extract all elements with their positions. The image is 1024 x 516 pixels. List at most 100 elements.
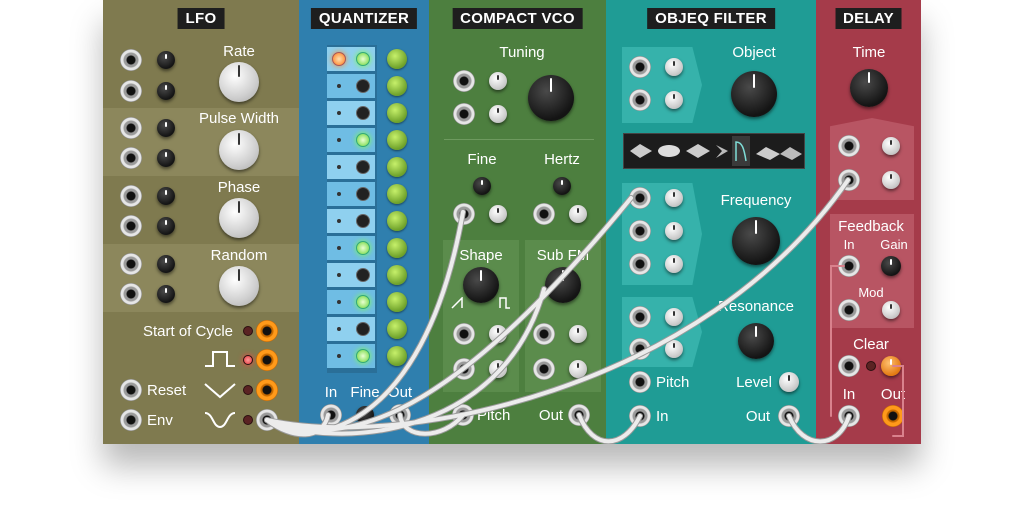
pw-attenuator[interactable] (157, 119, 175, 137)
resonance-knob[interactable] (738, 323, 774, 359)
clear-button[interactable] (881, 356, 901, 376)
env-jack[interactable] (120, 409, 142, 431)
fine-knob[interactable] (473, 177, 491, 195)
sub-fm-knob[interactable] (545, 267, 581, 303)
object-cv-jack[interactable] (629, 56, 651, 78)
frequency-cv-jack-3[interactable] (629, 253, 651, 275)
frequency-cv-jack[interactable] (629, 187, 651, 209)
gain-knob[interactable] (881, 256, 901, 276)
note-toggle-button[interactable] (387, 238, 407, 258)
shape-attenuator[interactable] (489, 325, 507, 343)
random-knob[interactable] (219, 266, 259, 306)
note-toggle-button[interactable] (387, 157, 407, 177)
frequency-attenuator-2[interactable] (665, 222, 683, 240)
time-cv-jack[interactable] (838, 135, 860, 157)
frequency-attenuator-3[interactable] (665, 255, 683, 273)
random-attenuator[interactable] (157, 255, 175, 273)
note-toggle-button[interactable] (387, 211, 407, 231)
quantizer-fine-knob[interactable] (356, 406, 374, 424)
tuning-cv-jack[interactable] (453, 70, 475, 92)
square-out-jack[interactable] (256, 349, 278, 371)
delay-in-jack[interactable] (838, 405, 860, 427)
pw-cv-jack[interactable] (120, 117, 142, 139)
note-toggle-button[interactable] (387, 292, 407, 312)
fine-cv-jack[interactable] (453, 203, 475, 225)
tuning-cv-jack-2[interactable] (453, 103, 475, 125)
filter-in-jack[interactable] (629, 405, 651, 427)
note-toggle-button[interactable] (387, 265, 407, 285)
object-attenuator-2[interactable] (665, 91, 683, 109)
resonance-cv-jack-2[interactable] (629, 338, 651, 360)
vco-out-jack[interactable] (568, 404, 590, 426)
note-toggle-button[interactable] (387, 319, 407, 339)
sine-out-jack[interactable] (256, 409, 278, 431)
hertz-attenuator[interactable] (569, 205, 587, 223)
rate-cv-jack-2[interactable] (120, 80, 142, 102)
random-attenuator-2[interactable] (157, 285, 175, 303)
note-toggle-button[interactable] (387, 76, 407, 96)
rate-knob[interactable] (219, 62, 259, 102)
note-toggle-button[interactable] (387, 103, 407, 123)
time-attenuator-2[interactable] (882, 171, 900, 189)
sub-fm-attenuator-2[interactable] (569, 360, 587, 378)
sub-fm-cv-jack-2[interactable] (533, 358, 555, 380)
filter-out-jack[interactable] (778, 405, 800, 427)
frequency-cv-jack-2[interactable] (629, 220, 651, 242)
note-toggle-button[interactable] (387, 346, 407, 366)
note-toggle-button[interactable] (387, 184, 407, 204)
sub-fm-cv-jack[interactable] (533, 323, 555, 345)
object-selector[interactable] (623, 133, 805, 169)
start-of-cycle-out-jack[interactable] (256, 320, 278, 342)
shape-cv-jack-2[interactable] (453, 358, 475, 380)
mod-jack[interactable] (838, 299, 860, 321)
shape-knob[interactable] (463, 267, 499, 303)
time-cv-jack-2[interactable] (838, 169, 860, 191)
pitch-in-jack[interactable] (452, 404, 474, 426)
level-knob[interactable] (779, 372, 799, 392)
frequency-knob[interactable] (732, 217, 780, 265)
object-attenuator[interactable] (665, 58, 683, 76)
hertz-cv-jack[interactable] (533, 203, 555, 225)
pw-attenuator-2[interactable] (157, 149, 175, 167)
clear-jack[interactable] (838, 355, 860, 377)
time-attenuator[interactable] (882, 137, 900, 155)
tuning-attenuator[interactable] (489, 72, 507, 90)
random-cv-jack[interactable] (120, 253, 142, 275)
sub-fm-attenuator[interactable] (569, 325, 587, 343)
phase-knob[interactable] (219, 198, 259, 238)
feedback-in-jack[interactable] (838, 255, 860, 277)
rate-attenuator-2[interactable] (157, 82, 175, 100)
tuning-attenuator-2[interactable] (489, 105, 507, 123)
quantizer-out-jack[interactable] (389, 404, 411, 426)
resonance-cv-jack[interactable] (629, 306, 651, 328)
time-label: Time (852, 44, 886, 61)
pw-cv-jack-2[interactable] (120, 147, 142, 169)
time-knob[interactable] (850, 69, 888, 107)
triangle-out-jack[interactable] (256, 379, 278, 401)
note-toggle-button[interactable] (387, 130, 407, 150)
fine-attenuator[interactable] (489, 205, 507, 223)
resonance-attenuator[interactable] (665, 308, 683, 326)
resonance-attenuator-2[interactable] (665, 340, 683, 358)
phase-cv-jack-2[interactable] (120, 215, 142, 237)
random-cv-jack-2[interactable] (120, 283, 142, 305)
note-toggle-button[interactable] (387, 49, 407, 69)
phase-attenuator-2[interactable] (157, 217, 175, 235)
delay-out-jack[interactable] (882, 405, 904, 427)
rate-cv-jack[interactable] (120, 49, 142, 71)
tuning-knob[interactable] (528, 75, 574, 121)
shape-attenuator-2[interactable] (489, 360, 507, 378)
rate-attenuator[interactable] (157, 51, 175, 69)
phase-attenuator[interactable] (157, 187, 175, 205)
phase-cv-jack[interactable] (120, 185, 142, 207)
filter-pitch-jack[interactable] (629, 371, 651, 393)
shape-cv-jack[interactable] (453, 323, 475, 345)
quantizer-in-jack[interactable] (320, 404, 342, 426)
pulse-width-knob[interactable] (219, 130, 259, 170)
mod-attenuator[interactable] (882, 301, 900, 319)
hertz-knob[interactable] (553, 177, 571, 195)
object-knob[interactable] (731, 71, 777, 117)
object-cv-jack-2[interactable] (629, 89, 651, 111)
reset-jack[interactable] (120, 379, 142, 401)
frequency-attenuator[interactable] (665, 189, 683, 207)
